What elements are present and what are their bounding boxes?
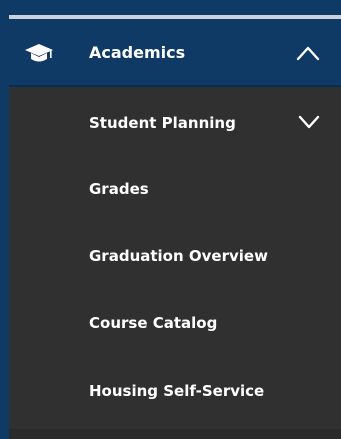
menu-item-course-catalog[interactable]: Course Catalog xyxy=(9,290,341,356)
menu-item-grades[interactable]: Grades xyxy=(9,156,341,222)
academics-menu-header[interactable]: Academics xyxy=(9,19,341,87)
chevron-down-icon[interactable] xyxy=(298,114,320,130)
menu-item-label: Housing Self-Service xyxy=(89,382,265,400)
menu-item-student-planning[interactable]: Student Planning xyxy=(9,90,341,156)
graduation-cap-icon xyxy=(24,43,54,65)
sidebar-menu: Academics Student Planning Grades Gradua… xyxy=(9,15,341,439)
menu-item-housing-self-service[interactable]: Housing Self-Service xyxy=(9,358,341,424)
bottom-strip xyxy=(9,429,341,439)
menu-item-label: Grades xyxy=(89,180,149,198)
chevron-up-icon[interactable] xyxy=(296,44,320,62)
menu-item-label: Graduation Overview xyxy=(89,247,268,265)
menu-item-label: Student Planning xyxy=(89,114,236,132)
menu-item-graduation-overview[interactable]: Graduation Overview xyxy=(9,223,341,289)
menu-item-label: Course Catalog xyxy=(89,314,218,332)
academics-label: Academics xyxy=(89,43,186,62)
